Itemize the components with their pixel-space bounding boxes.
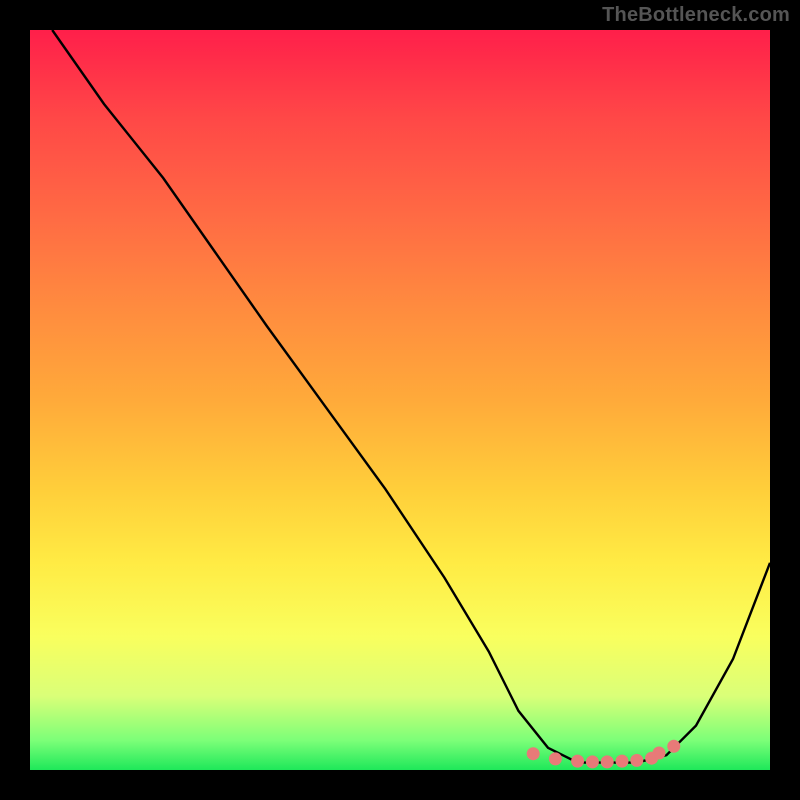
watermark-text: TheBottleneck.com (602, 4, 790, 27)
chart-frame: TheBottleneck.com (0, 0, 800, 800)
valley-dot (616, 755, 628, 767)
valley-dot (527, 748, 539, 760)
bottleneck-curve (52, 30, 770, 763)
valley-dot (586, 756, 598, 768)
valley-dot (631, 754, 643, 766)
valley-dots-group (527, 740, 680, 768)
curve-svg (30, 30, 770, 770)
plot-area (30, 30, 770, 770)
valley-dot (653, 747, 665, 759)
valley-dot (601, 756, 613, 768)
valley-dot (668, 740, 680, 752)
valley-dot (572, 755, 584, 767)
valley-dot (549, 753, 561, 765)
